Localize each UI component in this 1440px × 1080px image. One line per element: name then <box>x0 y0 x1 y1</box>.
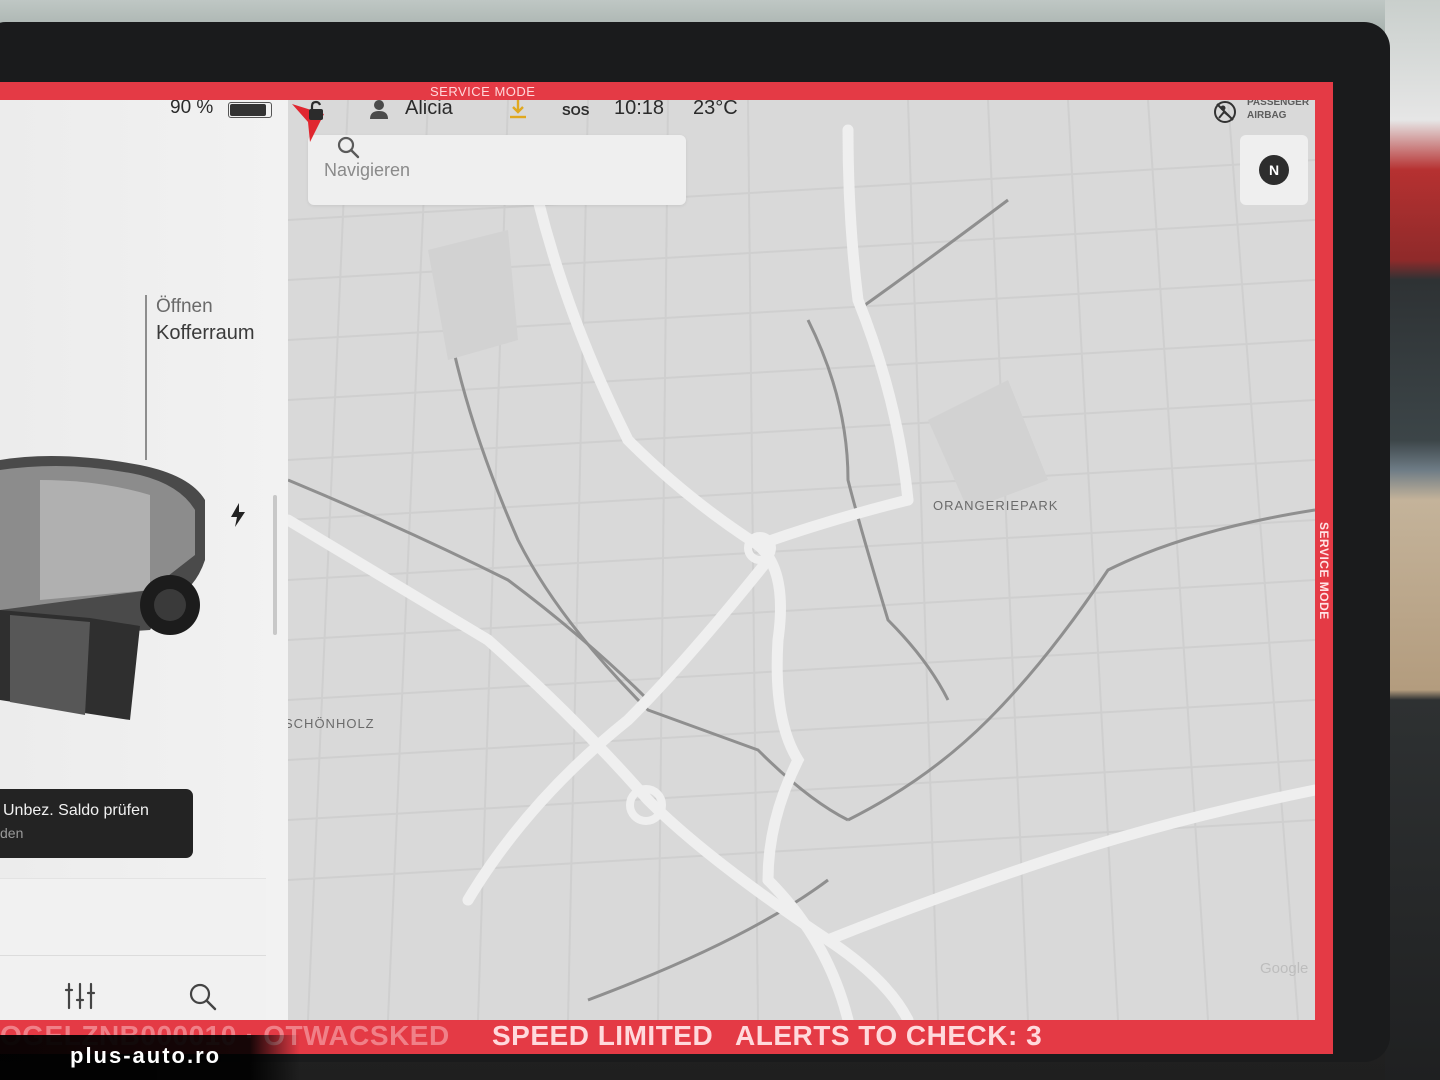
outside-temperature: 23°C <box>693 100 738 119</box>
search-icon <box>337 136 360 159</box>
map-label-orangeriepark: ORANGERIEPARK <box>933 498 1059 513</box>
passenger-airbag-status: PASSENGER AIRBAG <box>1247 100 1309 122</box>
touchscreen: ORANGERIEPARK SCHÖNHOLZ Navigieren N Goo… <box>0 100 1315 1020</box>
sliders-icon[interactable] <box>64 982 96 1010</box>
alerts-to-check-text[interactable]: ALERTS TO CHECK: 3 <box>735 1020 1042 1052</box>
bottom-card <box>0 878 266 1020</box>
trunk-callout-line <box>145 295 147 460</box>
notification-title: Unbez. Saldo prüfen <box>3 802 149 819</box>
user-name[interactable]: Alicia <box>405 100 453 120</box>
airbag-off-icon <box>1214 101 1236 123</box>
navigation-map[interactable]: ORANGERIEPARK SCHÖNHOLZ Navigieren N Goo… <box>284 100 1315 1020</box>
notification-subtitle: den <box>0 825 24 841</box>
map-label-schonholz: SCHÖNHOLZ <box>284 716 375 731</box>
sos-call-icon[interactable]: SOS <box>562 103 589 118</box>
status-bar: 90 % Alicia SOS 10:18 23°C PASSENGER AIR… <box>0 100 1315 130</box>
watermark: plus-auto.ro <box>0 1035 300 1080</box>
airbag-line-2: AIRBAG <box>1247 110 1287 121</box>
clock: 10:18 <box>614 100 665 119</box>
trunk-label[interactable]: Kofferraum <box>156 322 255 345</box>
charge-port-icon[interactable] <box>228 502 248 528</box>
vehicle-image[interactable] <box>0 440 225 730</box>
compass-button[interactable]: N <box>1240 135 1308 205</box>
search-icon[interactable] <box>188 982 218 1012</box>
trunk-open-label[interactable]: Öffnen <box>156 296 213 318</box>
airbag-line-1: PASSENGER <box>1247 100 1310 108</box>
vehicle-interior-background <box>1385 0 1440 1080</box>
download-icon[interactable] <box>507 100 529 120</box>
navigation-search-field[interactable]: Navigieren <box>308 135 686 205</box>
search-placeholder: Navigieren <box>324 159 411 180</box>
panel-scrollbar[interactable] <box>273 495 277 635</box>
user-icon[interactable] <box>368 100 390 120</box>
battery-fill <box>230 104 266 116</box>
map-attribution: Google <box>1260 960 1309 977</box>
north-compass-icon: N <box>1259 155 1289 185</box>
balance-notification[interactable]: Unbez. Saldo prüfen den <box>0 789 193 858</box>
map-streets <box>288 100 1315 1020</box>
card-divider <box>0 955 266 956</box>
battery-percent: 90 % <box>170 100 214 118</box>
vehicle-panel: Öffnen Kofferraum Unbez. Saldo prüfen de… <box>0 100 288 1020</box>
watermark-text: plus-auto.ro <box>70 1043 222 1068</box>
battery-icon[interactable] <box>228 102 272 118</box>
service-mode-top-label: SERVICE MODE <box>430 84 536 99</box>
speed-limited-text: SPEED LIMITED <box>492 1020 714 1051</box>
service-mode-side-label: SERVICE MODE <box>1317 522 1331 620</box>
lock-icon[interactable] <box>305 100 327 122</box>
